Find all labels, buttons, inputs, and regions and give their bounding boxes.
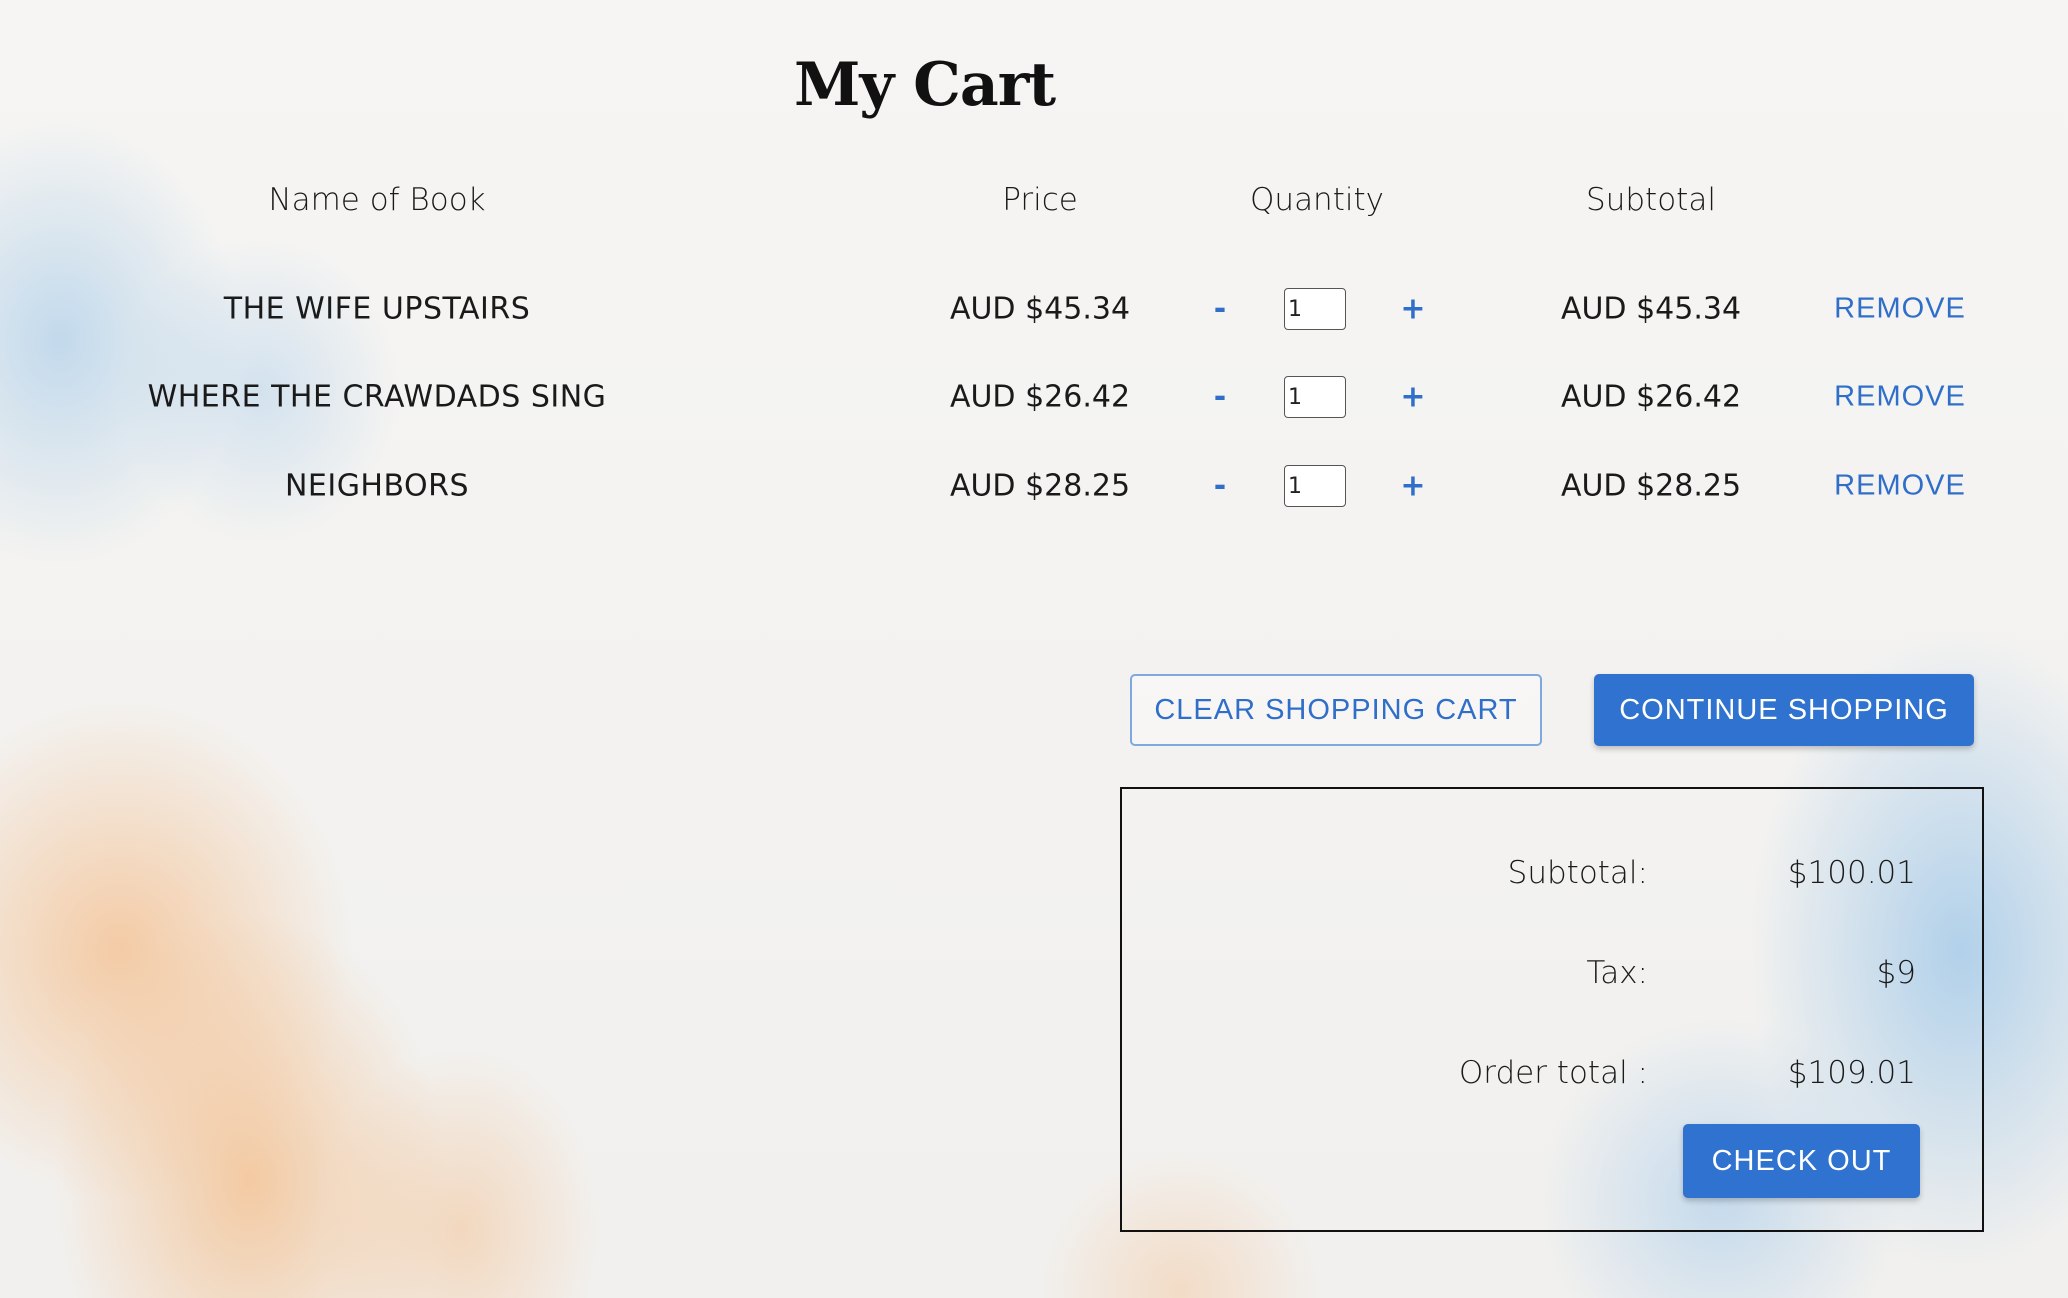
header-subtotal: Subtotal xyxy=(1586,182,1716,218)
book-price: AUD $28.25 xyxy=(949,468,1131,504)
clear-cart-button[interactable]: CLEAR SHOPPING CART xyxy=(1130,674,1542,746)
remove-item-button[interactable]: REMOVE xyxy=(1826,289,1974,330)
order-summary: Subtotal: $100.01 Tax: $9 Order total : … xyxy=(1120,787,1984,1232)
tax-label: Tax: xyxy=(1586,955,1648,991)
subtotal-value: $100.01 xyxy=(1787,855,1916,891)
book-price: AUD $26.42 xyxy=(949,379,1131,415)
quantity-input[interactable] xyxy=(1284,376,1346,418)
quantity-input[interactable] xyxy=(1284,288,1346,330)
increase-quantity-button[interactable]: + xyxy=(1392,288,1433,331)
book-name: NEIGHBORS xyxy=(284,468,470,504)
cart-page: My Cart Name of Book Price Quantity Subt… xyxy=(0,0,2068,1298)
row-subtotal: AUD $45.34 xyxy=(1560,291,1742,327)
book-name: WHERE THE CRAWDADS SING xyxy=(147,379,607,415)
cart-row: WHERE THE CRAWDADS SING AUD $26.42 - + A… xyxy=(0,367,2068,427)
page-title: My Cart xyxy=(794,50,1056,120)
order-total-value: $109.01 xyxy=(1787,1055,1916,1091)
increase-quantity-button[interactable]: + xyxy=(1392,465,1433,508)
remove-item-button[interactable]: REMOVE xyxy=(1826,377,1974,418)
checkout-button[interactable]: CHECK OUT xyxy=(1683,1124,1920,1198)
tax-value: $9 xyxy=(1876,955,1916,991)
header-price: Price xyxy=(1002,182,1078,218)
row-subtotal: AUD $26.42 xyxy=(1560,379,1742,415)
book-name: THE WIFE UPSTAIRS xyxy=(223,291,531,327)
decrease-quantity-button[interactable]: - xyxy=(1206,288,1234,331)
decrease-quantity-button[interactable]: - xyxy=(1206,376,1234,419)
decrease-quantity-button[interactable]: - xyxy=(1206,465,1234,508)
subtotal-label: Subtotal: xyxy=(1507,855,1648,891)
book-price: AUD $45.34 xyxy=(949,291,1131,327)
remove-item-button[interactable]: REMOVE xyxy=(1826,466,1974,507)
increase-quantity-button[interactable]: + xyxy=(1392,376,1433,419)
header-quantity: Quantity xyxy=(1250,182,1384,218)
quantity-input[interactable] xyxy=(1284,465,1346,507)
header-book-name: Name of Book xyxy=(268,182,486,218)
cart-row: THE WIFE UPSTAIRS AUD $45.34 - + AUD $45… xyxy=(0,279,2068,339)
order-total-label: Order total : xyxy=(1458,1055,1648,1091)
cart-row: NEIGHBORS AUD $28.25 - + AUD $28.25 REMO… xyxy=(0,456,2068,516)
continue-shopping-button[interactable]: CONTINUE SHOPPING xyxy=(1594,674,1974,746)
row-subtotal: AUD $28.25 xyxy=(1560,468,1742,504)
